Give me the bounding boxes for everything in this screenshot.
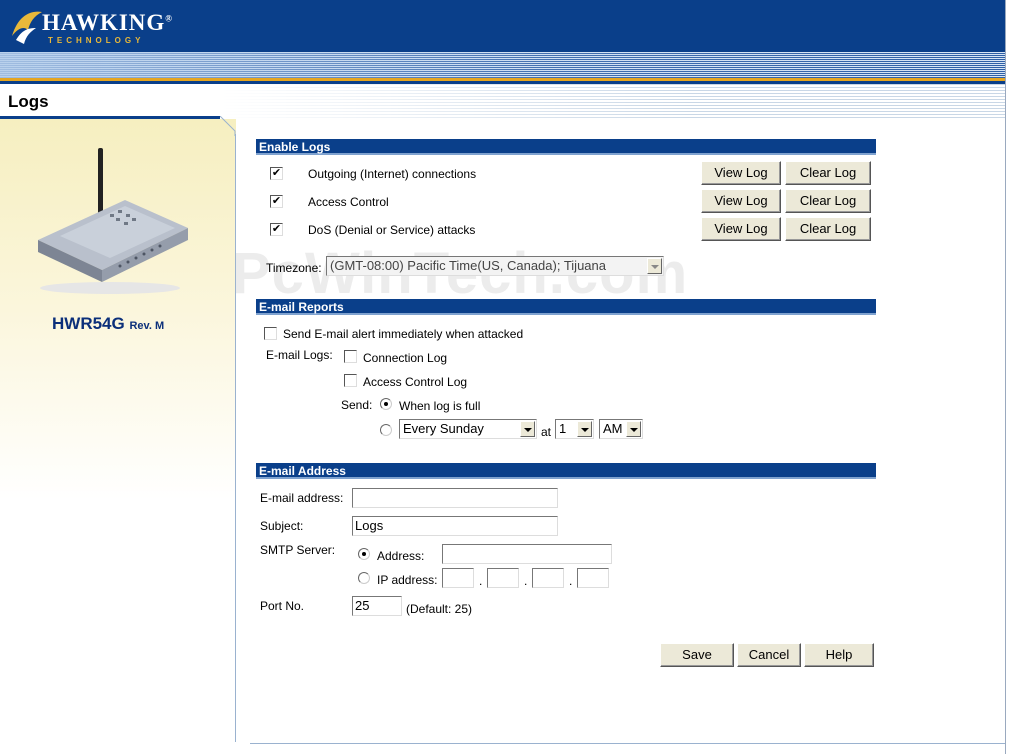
content-border [235,134,236,742]
subject-input[interactable]: Logs [352,516,558,536]
smtp-address-radio[interactable] [358,548,370,560]
chevron-down-icon [647,258,662,274]
schedule-hour-value: 1 [559,421,567,436]
section-enable-logs: Enable Logs [256,139,876,155]
ip-separator: . [524,574,528,588]
section-email-reports: E-mail Reports [256,299,876,315]
chevron-down-icon [520,421,535,437]
brand-tagline: TECHNOLOGY [48,36,145,45]
ip-octet-1-input[interactable] [442,568,474,588]
clear-access-control-log-button[interactable]: Clear Log [785,189,871,213]
port-input[interactable]: 25 [352,596,402,616]
smtp-ip-radio[interactable] [358,572,370,584]
router-image [38,148,188,294]
ip-separator: . [569,574,573,588]
send-when-full-radio[interactable] [380,398,392,410]
page-title: Logs [8,92,49,111]
view-access-control-log-button[interactable]: View Log [701,189,781,213]
smtp-address-input[interactable] [442,544,612,564]
email-logs-label: E-mail Logs: [266,348,333,362]
chevron-down-icon [577,421,592,437]
access-control-email-label: Access Control Log [363,375,468,389]
hawking-logo: HAWKING® TECHNOLOGY [8,6,178,50]
schedule-hour-select[interactable]: 1 [555,419,594,439]
model-name: HWR54G Rev. M [52,314,165,333]
schedule-day-value: Every Sunday [403,421,484,436]
section-email-address: E-mail Address [256,463,876,479]
ip-octet-3-input[interactable] [532,568,564,588]
brand-name: HAWKING® [42,10,174,35]
timezone-select[interactable]: (GMT-08:00) Pacific Time(US, Canada); Ti… [326,256,664,276]
port-label: Port No. [260,599,305,613]
outgoing-log-checkbox[interactable]: ✔ [270,167,283,180]
connection-log-checkbox[interactable] [344,350,357,363]
subject-label: Subject: [260,519,304,533]
ip-octet-4-input[interactable] [577,568,609,588]
chevron-down-icon [626,421,641,437]
dos-log-label: DoS (Denial or Service) attacks [308,223,476,237]
cancel-button[interactable]: Cancel [737,643,801,667]
email-address-input[interactable] [352,488,558,508]
ip-separator: . [479,574,483,588]
outgoing-log-label: Outgoing (Internet) connections [308,167,477,181]
at-label: at [541,425,552,439]
save-button[interactable]: Save [660,643,734,667]
smtp-server-label: SMTP Server: [260,543,336,557]
header-accent-line [0,78,1005,81]
schedule-day-select[interactable]: Every Sunday [399,419,537,439]
access-control-log-checkbox[interactable]: ✔ [270,195,283,208]
smtp-address-label: Address: [377,549,425,563]
schedule-ampm-select[interactable]: AM [599,419,643,439]
top-banner: HAWKING® TECHNOLOGY [0,0,1005,84]
email-address-label: E-mail address: [260,491,344,505]
access-control-log-label: Access Control [308,195,389,209]
panel-corner [220,116,236,136]
access-control-email-checkbox[interactable] [344,374,357,387]
clear-outgoing-log-button[interactable]: Clear Log [785,161,871,185]
view-dos-log-button[interactable]: View Log [701,217,781,241]
schedule-ampm-value: AM [603,421,623,436]
timezone-label: Timezone: [266,261,322,275]
hawk-icon [12,11,42,44]
connection-log-label: Connection Log [363,351,448,365]
content-bottom-border [250,743,1005,744]
email-alert-checkbox[interactable] [264,327,277,340]
send-when-full-label: When log is full [399,399,481,413]
dos-log-checkbox[interactable]: ✔ [270,223,283,236]
ip-octet-2-input[interactable] [487,568,519,588]
send-label: Send: [341,398,373,412]
email-alert-label: Send E-mail alert immediately when attac… [283,327,524,341]
view-outgoing-log-button[interactable]: View Log [701,161,781,185]
title-strip [0,84,1005,118]
timezone-value: (GMT-08:00) Pacific Time(US, Canada); Ti… [330,258,606,273]
send-schedule-radio[interactable] [380,424,392,436]
header-stripes [0,52,1005,78]
smtp-ip-label: IP address: [377,573,438,587]
help-button[interactable]: Help [804,643,874,667]
clear-dos-log-button[interactable]: Clear Log [785,217,871,241]
port-default-note: (Default: 25) [406,602,473,616]
window-right-edge [1005,0,1022,754]
